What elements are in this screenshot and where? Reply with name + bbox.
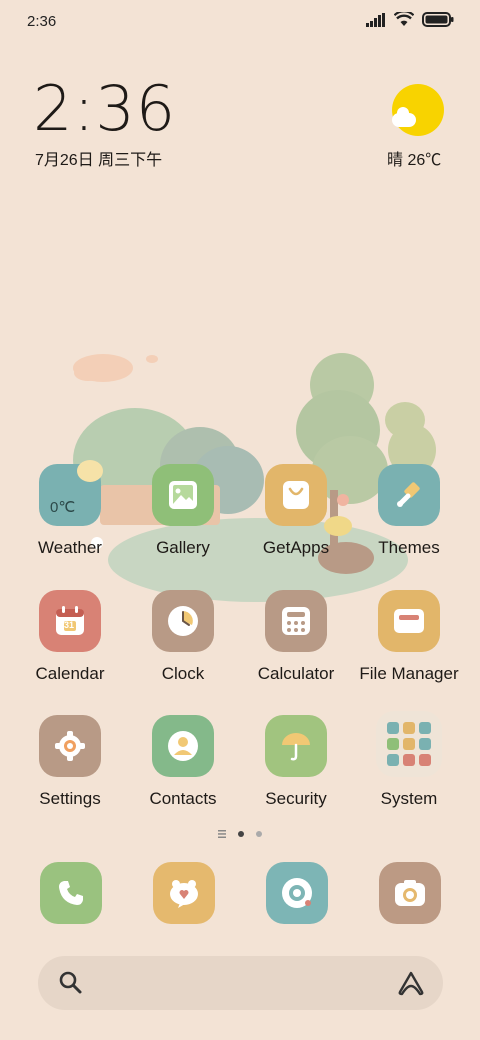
- cloud-icon: [392, 107, 416, 127]
- app-folder-system[interactable]: System: [354, 711, 464, 809]
- app-clock[interactable]: Clock: [128, 590, 238, 684]
- app-getapps[interactable]: GetApps: [241, 464, 351, 558]
- app-label: Security: [265, 789, 327, 808]
- dock-phone[interactable]: [40, 862, 102, 924]
- messages-icon: [170, 880, 198, 908]
- status-bar: 2:36: [0, 0, 480, 42]
- dock-camera[interactable]: [379, 862, 441, 924]
- app-security[interactable]: Security: [241, 715, 351, 809]
- page-dot[interactable]: [256, 831, 262, 837]
- wifi-icon: [394, 12, 414, 26]
- dock-browser[interactable]: [266, 862, 328, 924]
- app-gallery[interactable]: Gallery: [128, 464, 238, 558]
- app-label: Gallery: [156, 538, 210, 557]
- app-label: Calculator: [257, 664, 335, 683]
- clock-icon[interactable]: [152, 590, 214, 652]
- app-label: Clock: [161, 664, 205, 683]
- clock-widget-time[interactable]: 2:36: [33, 72, 176, 145]
- sun-icon: [77, 460, 103, 482]
- battery-icon: [422, 12, 454, 27]
- app-contacts[interactable]: Contacts: [128, 715, 238, 809]
- contacts-icon[interactable]: [152, 715, 214, 777]
- paintbrush-icon[interactable]: [378, 464, 440, 526]
- status-time: 2:36: [27, 13, 57, 30]
- dock-messages[interactable]: [153, 862, 215, 924]
- gear-icon[interactable]: [39, 715, 101, 777]
- search-icon[interactable]: [58, 970, 84, 996]
- app-label: Contacts: [149, 789, 217, 808]
- phone-icon: [59, 881, 83, 905]
- app-settings[interactable]: Settings: [15, 715, 125, 809]
- folder-grid-icon[interactable]: [376, 711, 442, 777]
- weather-summary[interactable]: 晴 26℃: [387, 146, 441, 170]
- status-icons: [366, 12, 454, 27]
- app-label: Weather: [38, 538, 102, 557]
- calendar-icon[interactable]: 31: [39, 590, 101, 652]
- app-label: File Manager: [359, 664, 459, 683]
- signal-icon: [366, 12, 385, 27]
- gallery-icon[interactable]: [152, 464, 214, 526]
- shopping-bag-icon[interactable]: [265, 464, 327, 526]
- app-label: Settings: [39, 789, 101, 808]
- calculator-icon[interactable]: [265, 590, 327, 652]
- page-indicator[interactable]: [0, 830, 480, 838]
- calendar-day: 31: [64, 620, 75, 630]
- umbrella-icon[interactable]: [265, 715, 327, 777]
- app-label: GetApps: [262, 538, 330, 557]
- folder-icon[interactable]: [378, 590, 440, 652]
- app-calendar[interactable]: 31 Calendar: [15, 590, 125, 684]
- app-file-manager[interactable]: File Manager: [354, 590, 464, 684]
- app-label: Calendar: [35, 664, 105, 683]
- app-label: System: [380, 789, 438, 808]
- clock-widget-date[interactable]: 7月26日 周三下午: [35, 146, 162, 170]
- voice-assistant-icon[interactable]: [397, 970, 425, 996]
- search-bar[interactable]: [38, 956, 443, 1010]
- camera-icon: [395, 880, 425, 906]
- weather-icon[interactable]: 0℃: [39, 460, 103, 526]
- browser-icon: [282, 878, 312, 908]
- list-view-icon[interactable]: [218, 830, 226, 838]
- app-label: Themes: [378, 538, 440, 557]
- app-weather[interactable]: 0℃ Weather: [15, 460, 125, 558]
- app-calculator[interactable]: Calculator: [241, 590, 351, 684]
- weather-widget-temp: 0℃: [50, 499, 76, 516]
- page-dot-active[interactable]: [238, 831, 244, 837]
- app-themes[interactable]: Themes: [354, 464, 464, 558]
